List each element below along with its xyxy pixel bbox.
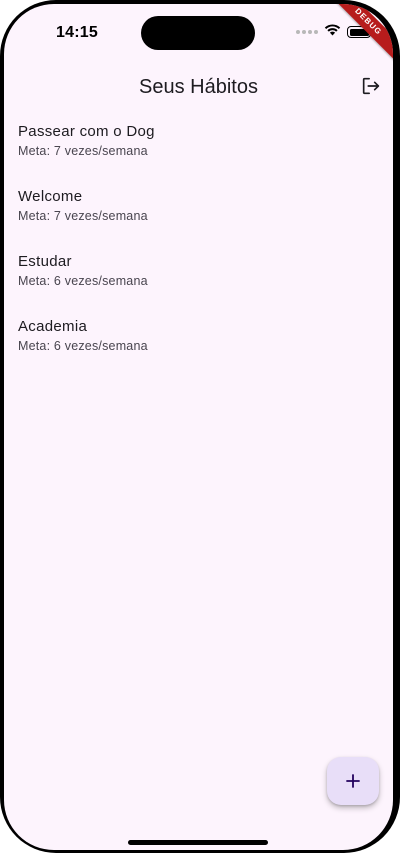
plus-icon <box>346 774 360 788</box>
habit-goal: Meta: 6 vezes/semana <box>18 339 148 353</box>
habit-title: Academia <box>18 318 88 335</box>
app-screen: 14:15 DEBUG Seus Hábitos Passear com o D… <box>4 4 393 850</box>
habit-list: Passear com o Dog Meta: 7 vezes/semana W… <box>4 122 393 382</box>
home-indicator <box>128 840 268 845</box>
habit-list-item[interactable]: Passear com o Dog Meta: 7 vezes/semana <box>4 122 393 187</box>
habit-goal: Meta: 7 vezes/semana <box>18 144 148 158</box>
habit-goal: Meta: 6 vezes/semana <box>18 274 148 288</box>
habit-list-item[interactable]: Estudar Meta: 6 vezes/semana <box>4 252 393 317</box>
status-bar: 14:15 <box>4 4 393 60</box>
logout-button[interactable] <box>359 74 383 98</box>
habit-title: Estudar <box>18 253 72 270</box>
habit-list-item[interactable]: Welcome Meta: 7 vezes/semana <box>4 187 393 252</box>
add-habit-button[interactable] <box>327 757 379 805</box>
phone-frame: 14:15 DEBUG Seus Hábitos Passear com o D… <box>0 0 400 853</box>
dynamic-island <box>141 16 255 50</box>
page-title: Seus Hábitos <box>139 76 258 98</box>
status-time: 14:15 <box>56 24 98 41</box>
habit-goal: Meta: 7 vezes/semana <box>18 209 148 223</box>
habit-title: Passear com o Dog <box>18 123 155 140</box>
habit-title: Welcome <box>18 188 83 205</box>
status-icons <box>296 23 374 41</box>
habit-list-item[interactable]: Academia Meta: 6 vezes/semana <box>4 317 393 382</box>
logout-icon <box>362 77 380 95</box>
app-bar: Seus Hábitos <box>4 64 393 108</box>
wifi-icon <box>324 23 341 41</box>
cellular-signal-icon <box>296 30 318 34</box>
